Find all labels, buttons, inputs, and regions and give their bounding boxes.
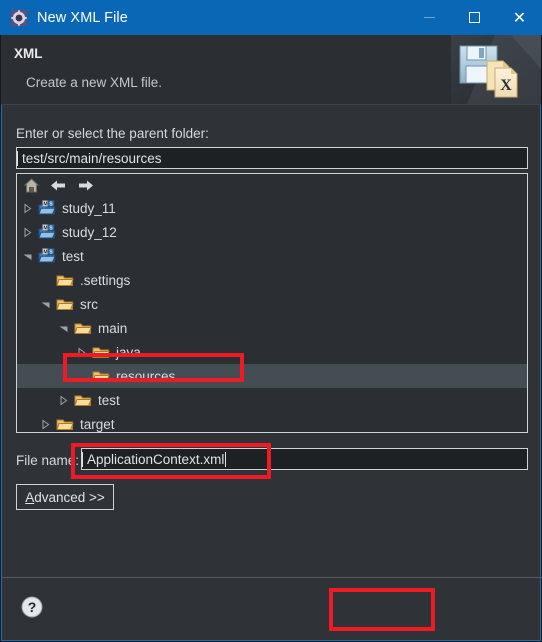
tree-item-label: java xyxy=(116,344,141,360)
folder-icon xyxy=(74,392,92,408)
tree-item-test[interactable]: test xyxy=(17,388,527,412)
page-description: Create a new XML file. xyxy=(26,75,163,90)
tree-item-label: target xyxy=(80,416,115,432)
xml-save-file-icon: X xyxy=(451,35,541,104)
tree-item-label: test xyxy=(62,248,84,264)
tree-item-java[interactable]: java xyxy=(17,340,527,364)
tree-item-src[interactable]: src xyxy=(17,292,527,316)
file-name-label: File name: xyxy=(16,453,80,468)
tree-item-label: study_12 xyxy=(62,224,117,240)
expand-twisty-icon[interactable] xyxy=(22,220,33,244)
advanced-mnemonic: A xyxy=(25,489,35,505)
folder-icon xyxy=(56,272,74,288)
folder-tree[interactable]: M S study_11 M S study_12 M S test .settings src ma… xyxy=(16,173,528,433)
help-icon[interactable]: ? xyxy=(21,596,43,618)
dialog-body: Enter or select the parent folder: test/… xyxy=(1,105,541,577)
close-icon[interactable]: ✕ xyxy=(497,0,542,35)
tree-item-target[interactable]: target xyxy=(17,412,527,432)
dialog-footer: ? < BackNext >FinishCancel xyxy=(1,577,542,641)
expand-twisty-icon[interactable] xyxy=(58,388,69,412)
svg-text:M: M xyxy=(43,225,47,231)
svg-text:?: ? xyxy=(28,599,37,615)
tree-item-label: study_11 xyxy=(62,200,116,216)
tree-item-label: src xyxy=(80,296,98,312)
footer-divider xyxy=(2,577,542,578)
tree-item-main[interactable]: main xyxy=(17,316,527,340)
folder-icon xyxy=(56,296,74,312)
tree-item-test[interactable]: M S test xyxy=(17,244,527,268)
window-controls: ✕ xyxy=(407,0,542,35)
svg-text:M: M xyxy=(43,201,47,207)
parent-folder-input[interactable]: test/src/main/resources xyxy=(16,147,528,169)
maven-project-icon: MS xyxy=(38,248,56,264)
page-title: XML xyxy=(14,46,43,61)
tree-item-study_12[interactable]: M S study_12 xyxy=(17,220,527,244)
gear-icon xyxy=(11,9,27,26)
folder-icon xyxy=(56,416,74,432)
collapse-twisty-icon[interactable] xyxy=(22,244,33,268)
title-bar: New XML File ✕ xyxy=(0,0,542,35)
minimize-icon[interactable] xyxy=(407,0,452,35)
expand-twisty-icon[interactable] xyxy=(76,340,87,364)
tree-toolbar xyxy=(17,174,527,196)
tree-item-label: .settings xyxy=(80,272,131,288)
maximize-icon[interactable] xyxy=(452,0,497,35)
collapse-twisty-icon[interactable] xyxy=(40,292,51,316)
maven-project-icon: MS xyxy=(38,200,56,216)
tree-item-settings[interactable]: .settings xyxy=(17,268,527,292)
tree-item-label: resources xyxy=(116,368,176,384)
parent-folder-label: Enter or select the parent folder: xyxy=(16,126,209,141)
tree-item-study_11[interactable]: M S study_11 xyxy=(17,196,527,220)
file-name-input[interactable]: ApplicationContext.xml xyxy=(81,448,528,470)
twisty-placeholder xyxy=(40,268,51,292)
tree-item-label: test xyxy=(98,392,120,408)
advanced-label: dvanced >> xyxy=(34,489,105,505)
maven-project-icon: MS xyxy=(38,224,56,240)
twisty-placeholder xyxy=(76,364,87,388)
dialog-header: XML Create a new XML file. X xyxy=(1,35,541,105)
tree-item-label: main xyxy=(98,320,128,336)
window-title: New XML File xyxy=(37,9,128,26)
advanced-button[interactable]: Advanced >> xyxy=(16,484,114,510)
forward-arrow-icon[interactable] xyxy=(77,177,94,194)
svg-text:X: X xyxy=(500,77,512,94)
expand-twisty-icon[interactable] xyxy=(22,196,33,220)
folder-icon xyxy=(74,320,92,336)
folder-icon xyxy=(92,368,110,384)
folder-icon xyxy=(92,344,110,360)
tree-item-resources[interactable]: resources xyxy=(17,364,527,388)
back-arrow-icon[interactable] xyxy=(50,177,67,194)
home-icon[interactable] xyxy=(23,177,40,194)
new-xml-file-dialog: New XML File ✕ XML Create a new XML file… xyxy=(0,0,542,642)
svg-text:M: M xyxy=(43,249,47,255)
tree-rows: M S study_11 M S study_12 M S test .settings src ma… xyxy=(17,196,527,432)
expand-twisty-icon[interactable] xyxy=(40,412,51,432)
collapse-twisty-icon[interactable] xyxy=(58,316,69,340)
